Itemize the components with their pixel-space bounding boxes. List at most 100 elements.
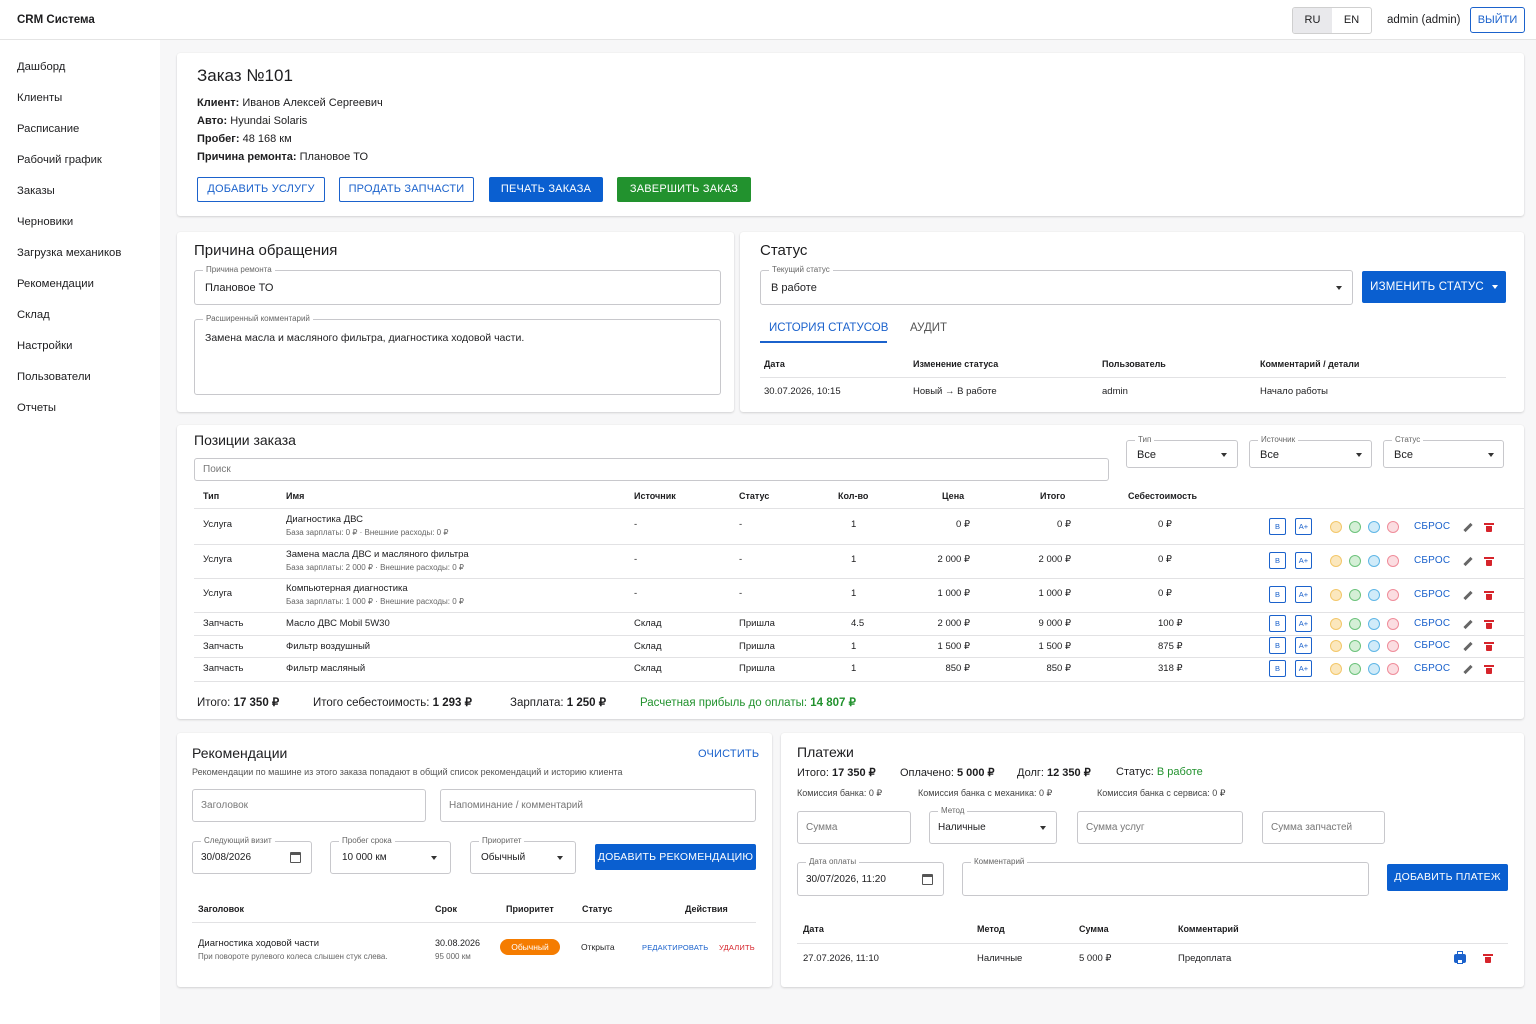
color-tag-1[interactable] (1330, 640, 1342, 652)
reset-button[interactable]: СБРОС (1414, 618, 1450, 629)
delete-icon[interactable] (1484, 523, 1494, 532)
edit-icon[interactable] (1463, 522, 1473, 533)
color-tag-2[interactable] (1349, 555, 1361, 567)
b-toggle-button[interactable]: B (1269, 637, 1286, 654)
b-toggle-button[interactable]: B (1269, 586, 1286, 603)
color-tag-1[interactable] (1330, 589, 1342, 601)
filter-type-select[interactable]: Тип Все (1126, 435, 1238, 468)
extended-comment-field[interactable]: Расширенный комментарий Замена масла и м… (194, 314, 721, 395)
color-tag-1[interactable] (1330, 555, 1342, 567)
filter-status-select[interactable]: Статус Все (1383, 435, 1504, 468)
delete-icon[interactable] (1484, 620, 1494, 629)
finish-order-button[interactable]: ЗАВЕРШИТЬ ЗАКАЗ (617, 177, 751, 202)
color-tag-3[interactable] (1368, 521, 1380, 533)
add-recommendation-button[interactable]: ДОБАВИТЬ РЕКОМЕНДАЦИЮ (595, 844, 756, 870)
rec-edit-button[interactable]: РЕДАКТИРОВАТЬ (642, 943, 708, 952)
b-toggle-button[interactable]: B (1269, 615, 1286, 632)
color-tag-4[interactable] (1387, 589, 1399, 601)
reset-button[interactable]: СБРОС (1414, 663, 1450, 674)
parts-sum-input[interactable]: Сумма запчастей (1262, 811, 1385, 844)
color-tag-4[interactable] (1387, 618, 1399, 630)
sidebar-item-recommendations[interactable]: Рекомендации (17, 278, 94, 290)
reset-button[interactable]: СБРОС (1414, 640, 1450, 651)
add-payment-button[interactable]: ДОБАВИТЬ ПЛАТЕЖ (1387, 864, 1508, 891)
color-tag-3[interactable] (1368, 618, 1380, 630)
reset-button[interactable]: СБРОС (1414, 589, 1450, 600)
color-tag-2[interactable] (1349, 663, 1361, 675)
tab-audit[interactable]: АУДИТ (910, 322, 947, 334)
sidebar-item-reports[interactable]: Отчеты (17, 402, 56, 414)
a-plus-toggle-button[interactable]: A+ (1295, 637, 1312, 654)
a-plus-toggle-button[interactable]: A+ (1295, 518, 1312, 535)
lang-en-button[interactable]: EN (1332, 8, 1371, 33)
payment-comment-input[interactable]: Комментарий (962, 857, 1369, 896)
delete-payment-icon[interactable] (1483, 954, 1493, 963)
repair-reason-field[interactable]: Причина ремонта Плановое ТО (194, 265, 721, 305)
delete-icon[interactable] (1484, 557, 1494, 566)
color-tag-2[interactable] (1349, 640, 1361, 652)
calendar-icon[interactable] (290, 852, 301, 863)
filter-source-select[interactable]: Источник Все (1249, 435, 1372, 468)
color-tag-1[interactable] (1330, 521, 1342, 533)
print-icon[interactable] (1454, 951, 1466, 964)
edit-icon[interactable] (1463, 556, 1473, 567)
sidebar-item-dashboard[interactable]: Дашборд (17, 61, 65, 73)
sidebar-item-drafts[interactable]: Черновики (17, 216, 73, 228)
sidebar-item-mechanics-load[interactable]: Загрузка механиков (17, 247, 121, 259)
rec-delete-button[interactable]: УДАЛИТЬ (719, 943, 755, 952)
color-tag-3[interactable] (1368, 663, 1380, 675)
color-tag-2[interactable] (1349, 521, 1361, 533)
sidebar-item-work-schedule[interactable]: Рабочий график (17, 154, 102, 166)
sidebar-item-warehouse[interactable]: Склад (17, 309, 50, 321)
a-plus-toggle-button[interactable]: A+ (1295, 615, 1312, 632)
color-tag-4[interactable] (1387, 640, 1399, 652)
payment-date-input[interactable]: Дата оплаты 30/07/2026, 11:20 (797, 857, 944, 896)
b-toggle-button[interactable]: B (1269, 518, 1286, 535)
edit-icon[interactable] (1463, 641, 1473, 652)
positions-search-input[interactable]: Поиск (194, 458, 1109, 481)
color-tag-4[interactable] (1387, 663, 1399, 675)
a-plus-toggle-button[interactable]: A+ (1295, 586, 1312, 603)
color-tag-3[interactable] (1368, 555, 1380, 567)
rec-title-input[interactable]: Заголовок (192, 789, 426, 822)
color-tag-4[interactable] (1387, 555, 1399, 567)
edit-icon[interactable] (1463, 619, 1473, 630)
delete-icon[interactable] (1484, 591, 1494, 600)
a-plus-toggle-button[interactable]: A+ (1295, 552, 1312, 569)
lang-ru-button[interactable]: RU (1293, 8, 1332, 33)
priority-select[interactable]: Приоритет Обычный (470, 836, 576, 874)
color-tag-3[interactable] (1368, 640, 1380, 652)
change-status-button[interactable]: ИЗМЕНИТЬ СТАТУС (1362, 271, 1506, 303)
mileage-term-select[interactable]: Пробег срока 10 000 км (330, 836, 451, 874)
color-tag-1[interactable] (1330, 618, 1342, 630)
sidebar-item-settings[interactable]: Настройки (17, 340, 72, 352)
a-plus-toggle-button[interactable]: A+ (1295, 660, 1312, 677)
sidebar-item-clients[interactable]: Клиенты (17, 92, 62, 104)
tab-status-history[interactable]: ИСТОРИЯ СТАТУСОВ (769, 322, 888, 334)
b-toggle-button[interactable]: B (1269, 660, 1286, 677)
color-tag-1[interactable] (1330, 663, 1342, 675)
sidebar-item-schedule[interactable]: Расписание (17, 123, 79, 135)
sidebar-item-users[interactable]: Пользователи (17, 371, 91, 383)
sidebar-item-orders[interactable]: Заказы (17, 185, 55, 197)
color-tag-2[interactable] (1349, 618, 1361, 630)
services-sum-input[interactable]: Сумма услуг (1077, 811, 1243, 844)
logout-button[interactable]: ВЫЙТИ (1470, 7, 1525, 33)
edit-icon[interactable] (1463, 664, 1473, 675)
print-order-button[interactable]: ПЕЧАТЬ ЗАКАЗА (489, 177, 603, 202)
payment-method-select[interactable]: Метод Наличные (929, 806, 1057, 844)
current-status-select[interactable]: Текущий статус В работе (760, 265, 1353, 305)
reset-button[interactable]: СБРОС (1414, 521, 1450, 532)
delete-icon[interactable] (1484, 642, 1494, 651)
clear-button[interactable]: ОЧИСТИТЬ (698, 748, 759, 760)
add-service-button[interactable]: ДОБАВИТЬ УСЛУГУ (197, 177, 325, 202)
sell-parts-button[interactable]: ПРОДАТЬ ЗАПЧАСТИ (339, 177, 474, 202)
color-tag-2[interactable] (1349, 589, 1361, 601)
color-tag-3[interactable] (1368, 589, 1380, 601)
reset-button[interactable]: СБРОС (1414, 555, 1450, 566)
next-visit-date-input[interactable]: Следующий визит 30/08/2026 (192, 836, 312, 874)
rec-note-input[interactable]: Напоминание / комментарий (440, 789, 756, 822)
payment-sum-input[interactable]: Сумма (797, 811, 911, 844)
edit-icon[interactable] (1463, 590, 1473, 601)
color-tag-4[interactable] (1387, 521, 1399, 533)
